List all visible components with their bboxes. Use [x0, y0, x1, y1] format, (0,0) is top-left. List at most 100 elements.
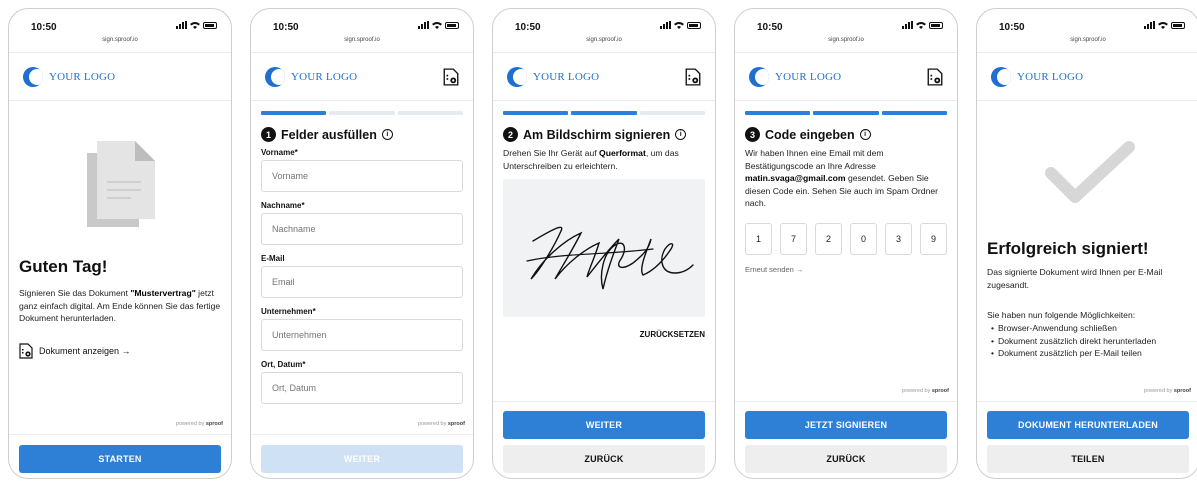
url-bar[interactable]: sign.sproof.io	[493, 37, 715, 43]
status-icons	[418, 21, 459, 29]
back-button[interactable]: ZURÜCK	[503, 445, 705, 473]
document-view-icon[interactable]	[927, 68, 943, 86]
wifi-icon	[432, 22, 442, 29]
view-document-link[interactable]: Dokument anzeigen →	[19, 343, 131, 359]
info-icon[interactable]: i	[675, 129, 687, 140]
resend-code-link[interactable]: Erneut senden →	[745, 265, 803, 274]
phone-screen-sign: 10:50 sign.sproof.io YOUR LOGO 2 Am Bild…	[492, 8, 716, 479]
logo-text: YOUR LOGO	[49, 71, 116, 83]
view-document-label: Dokument anzeigen →	[39, 346, 131, 356]
code-digit-input[interactable]: 3	[885, 223, 912, 255]
info-icon[interactable]: i	[859, 129, 871, 140]
step-number: 1	[261, 127, 276, 142]
start-button[interactable]: STARTEN	[19, 445, 221, 473]
share-button[interactable]: TEILEN	[987, 445, 1189, 473]
footer-divider	[735, 401, 957, 402]
download-document-button[interactable]: DOKUMENT HERUNTERLADEN	[987, 411, 1189, 439]
status-icons	[176, 21, 217, 29]
status-icons	[1144, 21, 1185, 29]
logo: YOUR LOGO	[23, 67, 115, 87]
status-bar: 10:50 sign.sproof.io	[493, 9, 715, 53]
lastname-input[interactable]	[261, 213, 463, 245]
code-digit-input[interactable]: 0	[850, 223, 877, 255]
status-bar: 10:50 sign.sproof.io	[735, 9, 957, 53]
rotate-hint-text: Drehen Sie Ihr Gerät auf Querformat, um …	[503, 148, 679, 171]
url-bar[interactable]: sign.sproof.io	[735, 37, 957, 43]
document-view-icon[interactable]	[443, 68, 459, 86]
status-time: 10:50	[273, 22, 299, 33]
code-digit-input[interactable]: 9	[920, 223, 947, 255]
company-input[interactable]	[261, 319, 463, 351]
field-label-company: Unternehmen*	[261, 307, 316, 316]
signal-icon	[902, 21, 913, 29]
signal-icon	[418, 21, 429, 29]
app-header: YOUR LOGO	[735, 53, 957, 101]
footer-divider	[251, 434, 473, 435]
step-title: Code eingeben	[765, 127, 855, 142]
status-bar: 10:50 sign.sproof.io	[977, 9, 1197, 53]
url-bar[interactable]: sign.sproof.io	[251, 37, 473, 43]
step-number: 3	[745, 127, 760, 142]
status-bar: 10:50 sign.sproof.io	[9, 9, 231, 53]
options-intro: Sie haben nun folgende Möglichkeiten:	[987, 310, 1136, 320]
battery-icon	[929, 21, 943, 29]
step-progress	[745, 111, 947, 115]
place-date-input[interactable]	[261, 372, 463, 404]
signal-icon	[660, 21, 671, 29]
footer-divider	[977, 401, 1197, 402]
progress-segment	[261, 111, 327, 115]
battery-icon	[687, 21, 701, 29]
options-list: Browser-Anwendung schließen Dokument zus…	[987, 322, 1193, 360]
progress-segment	[571, 111, 637, 115]
document-view-icon[interactable]	[685, 68, 701, 86]
url-bar[interactable]: sign.sproof.io	[9, 37, 231, 43]
battery-icon	[1171, 21, 1185, 29]
url-bar[interactable]: sign.sproof.io	[977, 37, 1197, 43]
reset-signature-button[interactable]: ZURÜCKSETZEN	[640, 330, 705, 339]
next-button[interactable]: WEITER	[503, 411, 705, 439]
step-number: 2	[503, 127, 518, 142]
logo: YOUR LOGO	[749, 67, 841, 87]
signature-stroke	[526, 226, 694, 290]
logo-mark-icon	[749, 67, 769, 87]
code-digit-input[interactable]: 7	[780, 223, 807, 255]
progress-segment	[329, 111, 395, 115]
email-input[interactable]	[261, 266, 463, 298]
firstname-input[interactable]	[261, 160, 463, 192]
field-label-firstname: Vorname*	[261, 148, 298, 157]
step-title: Felder ausfüllen	[281, 127, 377, 142]
code-digit-input[interactable]: 1	[745, 223, 772, 255]
step-heading: 2 Am Bildschirm signieren i	[503, 127, 687, 142]
progress-segment	[503, 111, 569, 115]
logo-mark-icon	[507, 67, 527, 87]
powered-by: powered by sproof	[175, 421, 223, 427]
checkmark-icon	[1045, 141, 1135, 203]
status-icons	[902, 21, 943, 29]
wifi-icon	[190, 22, 200, 29]
code-digit-input[interactable]: 2	[815, 223, 842, 255]
step-progress	[261, 111, 463, 115]
app-header: YOUR LOGO	[493, 53, 715, 101]
field-label-lastname: Nachname*	[261, 201, 305, 210]
list-item: Browser-Anwendung schließen	[987, 322, 1193, 335]
status-icons	[660, 21, 701, 29]
status-time: 10:50	[757, 22, 783, 33]
info-icon[interactable]: i	[381, 129, 393, 140]
status-time: 10:50	[515, 22, 541, 33]
phone-screen-enter-code: 10:50 sign.sproof.io YOUR LOGO 3 Code ei…	[734, 8, 958, 479]
greeting-title: Guten Tag!	[19, 257, 108, 276]
battery-icon	[445, 21, 459, 29]
sign-now-button[interactable]: JETZT SIGNIEREN	[745, 411, 947, 439]
field-label-place-date: Ort, Datum*	[261, 360, 306, 369]
battery-icon	[203, 21, 217, 29]
field-label-email: E-Mail	[261, 254, 285, 263]
signature-pad[interactable]	[503, 179, 705, 317]
next-button[interactable]: WEITER	[261, 445, 463, 473]
back-button[interactable]: ZURÜCK	[745, 445, 947, 473]
logo-text: YOUR LOGO	[533, 71, 600, 83]
powered-by: powered by sproof	[901, 388, 949, 394]
app-header: YOUR LOGO	[9, 53, 231, 101]
progress-segment	[397, 111, 463, 115]
app-header: YOUR LOGO	[251, 53, 473, 101]
success-text: Das signierte Dokument wird Ihnen per E-…	[987, 267, 1163, 290]
